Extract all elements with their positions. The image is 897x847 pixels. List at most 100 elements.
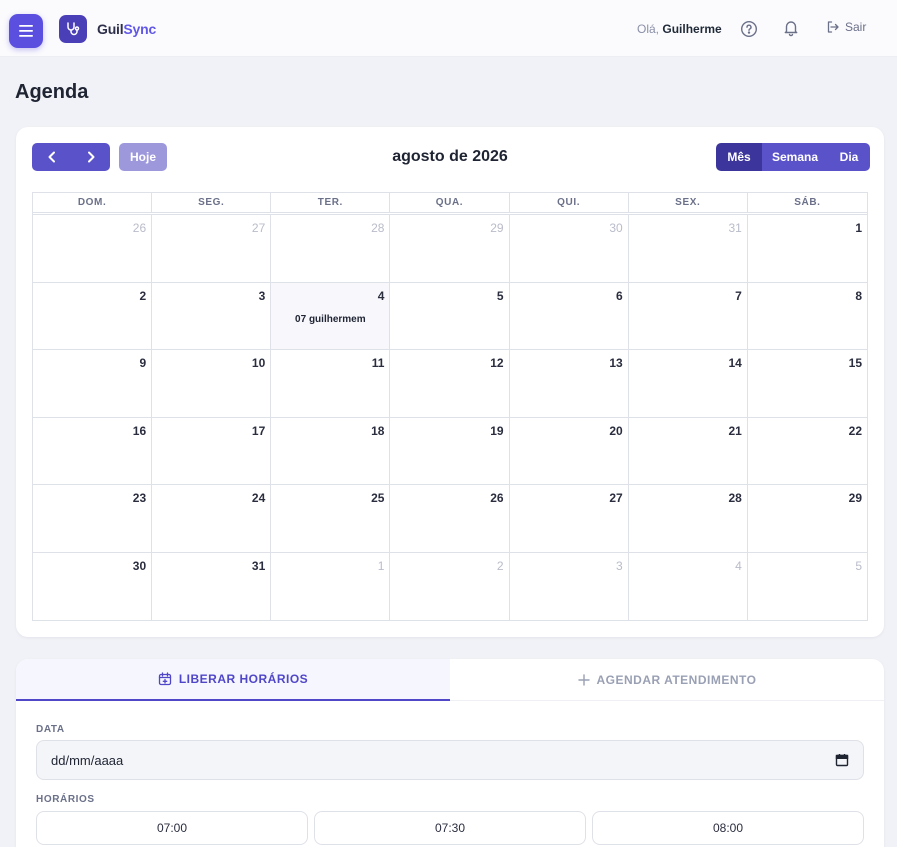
day-cell[interactable]: 3	[152, 282, 272, 349]
day-cell[interactable]: 22	[748, 418, 867, 485]
day-number: 13	[609, 356, 623, 370]
brand-part-2: Sync	[123, 21, 157, 37]
day-cell[interactable]: 30	[510, 215, 629, 282]
day-cell[interactable]: 28	[629, 485, 748, 552]
day-number: 5	[496, 288, 504, 303]
date-field-value: dd/mm/aaaa	[51, 752, 124, 768]
month-grid: DOM. SEG. TER. QUA. QUI. SEX. SÁB. 26 27 2…	[32, 192, 868, 621]
day-cell[interactable]: 27	[510, 485, 629, 552]
view-day-button[interactable]: Dia	[828, 143, 870, 171]
day-cell[interactable]: 16	[33, 417, 153, 484]
logo	[59, 15, 87, 43]
day-cell[interactable]: 31	[152, 552, 272, 620]
tab-release-hours[interactable]: LIBERAR HORÁRIOS	[16, 659, 450, 701]
day-cell[interactable]: 2	[390, 552, 510, 620]
day-cell[interactable]: 3	[510, 552, 629, 620]
day-cell[interactable]: 29	[390, 215, 510, 282]
time-slot[interactable]: 07:00	[36, 811, 308, 845]
tab-schedule-appointment[interactable]: AGENDAR ATENDIMENTO	[450, 659, 884, 701]
day-number: 15	[848, 356, 862, 370]
day-cell[interactable]: 10	[152, 350, 272, 417]
day-cell[interactable]: 9	[33, 350, 153, 417]
day-number: 2	[496, 558, 504, 573]
day-cell[interactable]: 18	[271, 417, 391, 484]
day-cell[interactable]: 1	[748, 215, 867, 282]
day-cell[interactable]: 2	[33, 282, 153, 349]
day-cell[interactable]: 17	[152, 417, 272, 484]
day-number: 3	[616, 558, 623, 573]
logout-button[interactable]: Sair	[826, 20, 866, 34]
weekday-header: DOM. SEG. TER. QUA. QUI. SEX. SÁB.	[33, 193, 867, 215]
calendar-event[interactable]: 07 guilhermem	[271, 314, 389, 325]
top-bar: GuilSync Olá, Guilherme Sair	[0, 0, 897, 57]
day-number: 9	[139, 356, 147, 370]
help-icon[interactable]	[740, 20, 758, 38]
day-number: 18	[371, 423, 385, 438]
day-cell[interactable]: 25	[271, 485, 391, 552]
day-cell[interactable]: 15	[748, 350, 867, 417]
bell-icon[interactable]	[782, 19, 800, 37]
day-cell[interactable]: 30	[33, 552, 153, 620]
user-greeting: Olá, Guilherme	[637, 22, 722, 36]
form-tabs: LIBERAR HORÁRIOS AGENDAR ATENDIMENTO	[16, 659, 884, 701]
time-slots: 07:00 07:30 08:00	[36, 811, 864, 845]
day-cell[interactable]: 24	[152, 485, 272, 552]
day-cell[interactable]: 31	[629, 215, 748, 282]
view-switcher: Mês Semana Dia	[716, 143, 870, 171]
day-number: 27	[609, 491, 623, 505]
day-cell[interactable]: 20	[510, 417, 629, 484]
day-cell[interactable]: 5	[748, 553, 867, 621]
day-cell[interactable]: 5	[390, 282, 510, 349]
day-cell[interactable]: 26	[390, 485, 510, 552]
time-slot[interactable]: 07:30	[314, 811, 586, 845]
day-number: 28	[728, 491, 742, 505]
day-number: 30	[132, 558, 147, 573]
day-number: 26	[490, 491, 504, 505]
day-number: 17	[251, 423, 266, 438]
day-number: 20	[609, 423, 623, 438]
menu-button[interactable]	[9, 14, 43, 48]
day-cell[interactable]: 11	[271, 350, 391, 417]
day-cell[interactable]: 1	[271, 552, 391, 620]
day-number: 16	[132, 423, 147, 438]
day-cell[interactable]: 12	[390, 350, 510, 417]
day-number: 22	[848, 423, 862, 438]
week-row: 9 10 11 12 13 14 15	[33, 350, 867, 418]
day-cell[interactable]: 21	[629, 417, 748, 484]
day-number: 11	[371, 356, 385, 370]
weekday-header-cell: QUI.	[510, 193, 629, 212]
day-cell[interactable]: 29	[748, 485, 867, 552]
day-cell[interactable]: 28	[271, 215, 391, 282]
day-cell[interactable]: 19	[390, 417, 510, 484]
day-cell[interactable]: 7	[629, 282, 748, 349]
calendar-icon[interactable]	[835, 753, 849, 767]
day-number: 7	[735, 288, 742, 303]
week-row: 2 3 4 07 guilhermem 5 6 7 8	[33, 282, 867, 350]
day-cell[interactable]: 4	[629, 552, 748, 620]
day-cell[interactable]: 23	[33, 485, 153, 552]
day-number: 30	[609, 221, 623, 235]
day-number: 14	[728, 356, 742, 370]
time-slot[interactable]: 08:00	[592, 811, 864, 845]
tab-schedule-appointment-label: AGENDAR ATENDIMENTO	[596, 673, 757, 687]
view-month-button[interactable]: Mês	[716, 143, 762, 171]
day-cell[interactable]: 8	[748, 283, 867, 350]
day-cell[interactable]: 6	[510, 282, 629, 349]
date-field[interactable]: dd/mm/aaaa	[36, 740, 864, 780]
day-cell-today[interactable]: 4 07 guilhermem	[271, 282, 391, 349]
logout-icon	[827, 21, 839, 33]
week-row: 23 24 25 26 27 28 29	[33, 485, 867, 553]
day-cell[interactable]: 27	[152, 215, 272, 282]
weekday-header-cell: DOM.	[33, 193, 153, 212]
day-number: 29	[848, 491, 862, 505]
day-number: 1	[377, 558, 385, 573]
day-cell[interactable]: 13	[510, 350, 629, 417]
week-row: 26 27 28 29 30 31 1	[33, 215, 867, 283]
weekday-header-cell: SÁB.	[794, 197, 821, 208]
day-number: 10	[251, 356, 266, 370]
weeks-container: 26 27 28 29 30 31 1 2 3 4 07 guilhermem 5 6 7 8 9 10 11 12…	[33, 215, 867, 620]
day-cell[interactable]: 14	[629, 350, 748, 417]
view-week-button[interactable]: Semana	[762, 143, 828, 171]
day-cell[interactable]: 26	[33, 215, 153, 282]
greeting-text: Olá,	[637, 22, 660, 36]
